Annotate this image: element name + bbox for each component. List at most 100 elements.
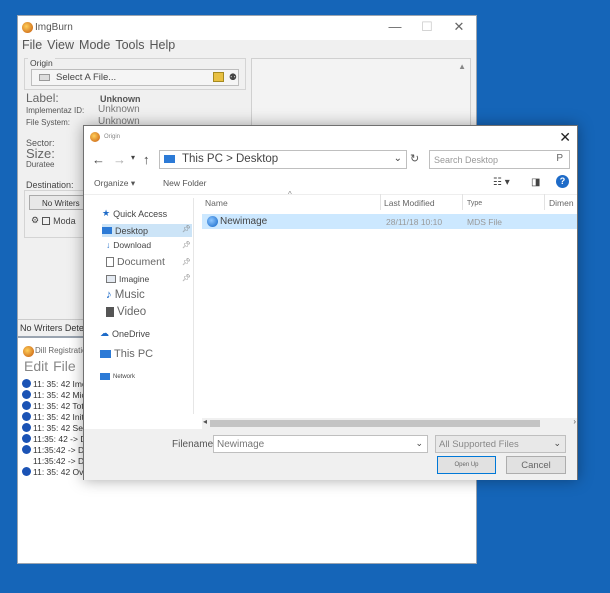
pin-icon[interactable]: 📌︎ [182,258,191,266]
nav-quick-access[interactable]: ★ Quick Access [102,208,167,219]
video-icon [106,307,114,317]
nav-video[interactable]: Video [106,306,146,318]
column-separator[interactable] [380,194,381,210]
pin-icon[interactable]: 📌︎ [182,241,191,249]
menu-file[interactable]: File [22,38,42,52]
file-row-newimage[interactable]: Newimage 28/11/18 10:10 MDS File [202,214,577,229]
scrollbar-thumb[interactable] [210,420,540,427]
dialog-close-button[interactable]: ✕ [559,129,571,146]
browse-folder-icon[interactable] [213,72,224,82]
horizontal-scrollbar[interactable]: ◂ › [202,417,577,429]
source-file-select[interactable]: Select A File... ⚉ [31,69,239,86]
log-line: 11:35:42 -> D [22,444,91,455]
info-icon [22,379,31,388]
nav-this-pc[interactable]: This PC [100,348,153,360]
source-placeholder: Select A File... [56,72,117,83]
scroll-up-arrow[interactable]: ▲ [458,62,466,71]
settings-icon: ⚙ [31,215,40,225]
star-icon: ★ [102,208,111,218]
new-folder-button[interactable]: New Folder [163,178,206,188]
recent-dropdown-icon[interactable]: ▾ [131,153,135,162]
filetype-select[interactable]: All Supported Files ⌄ [435,435,566,453]
cancel-button[interactable]: Cancel [506,456,566,474]
column-last-modified[interactable]: Last Modified [384,198,435,208]
open-button[interactable]: Open Up [437,456,496,474]
refresh-icon[interactable]: ↻ [410,152,419,165]
menu-mode[interactable]: Mode [79,38,110,52]
main-window-title: ImgBurn [35,22,73,33]
column-name[interactable]: Name [205,198,228,208]
menu-tools[interactable]: Tools [115,38,144,52]
address-path: This PC > Desktop [182,153,279,165]
filesystem-caption: File System: [26,118,71,127]
filename-dropdown-icon[interactable]: ⌄ [415,438,423,449]
search-input[interactable]: Search Desktop P [429,150,570,169]
impl-caption: Implementaz ID: [26,106,85,115]
address-dropdown-icon[interactable]: ⌄ [394,153,402,164]
log-menu-file[interactable]: File [53,358,76,374]
mode-checkbox[interactable] [42,216,51,225]
search-placeholder: Search Desktop [434,155,499,165]
dialog-footer: Filename: Newimage ⌄ All Supported Files… [84,429,577,480]
address-bar[interactable]: This PC > Desktop ⌄ [159,150,407,169]
menu-view[interactable]: View [47,38,74,52]
scroll-right-arrow[interactable]: › [573,417,576,426]
log-list: 11: 35: 42 Imot 11: 35: 42 Micr 11: 35: … [22,378,91,477]
label-value: Unknown [100,94,141,104]
column-type[interactable]: Type [467,200,482,207]
nav-network[interactable]: Network [100,373,135,380]
filename-label: Filename: [172,439,216,450]
log-line: 11: 35: 42 Micr [22,389,91,400]
duration-caption: Duratee [26,160,55,169]
image-icon [106,275,116,283]
search-icon: P [556,153,563,164]
column-dimension[interactable]: Dimen [549,198,574,208]
minimize-button[interactable]: — [388,19,402,35]
scroll-left-arrow[interactable]: ◂ [203,417,207,426]
nav-onedrive[interactable]: ☁ OneDrive [100,328,150,339]
forward-arrow-icon[interactable]: → [113,152,126,167]
log-line: 11: 35: 42 Over [22,466,91,477]
nav-documents[interactable]: Document [106,256,165,268]
open-file-dialog: Origin ✕ ← → ▾ ↑ This PC > Desktop ⌄ ↻ S… [83,125,578,480]
menu-help[interactable]: Help [150,38,176,52]
network-icon [100,373,110,380]
nav-desktop[interactable]: Desktop [102,224,192,237]
nav-images[interactable]: Imagine [106,274,149,284]
impl-value: Unknown [98,104,140,115]
filename-input[interactable]: Newimage ⌄ [213,435,428,453]
close-button[interactable]: ✕ [452,19,466,35]
view-options-icon[interactable]: ☷ ▾ [493,177,510,188]
nav-downloads[interactable]: ↓ Download [106,240,151,250]
navigation-pane: ★ Quick Access Desktop 📌︎ ↓ Download 📌︎ Do… [84,198,194,414]
cloud-icon: ☁ [100,328,109,338]
pin-icon[interactable]: 📌︎ [182,274,191,282]
log-line: 11: 35: 42 Tota [22,400,91,411]
info-icon [22,412,31,421]
log-line: 11:35: 42 -> D [22,433,91,444]
log-menu-edit[interactable]: Edit [24,358,48,374]
filename-value: Newimage [217,439,265,450]
this-pc-icon [164,155,175,163]
column-separator[interactable] [462,194,463,210]
organize-button[interactable]: Organize ▾ [94,178,135,189]
back-arrow-icon[interactable]: ← [92,152,105,167]
main-titlebar: ImgBurn — ☐ ✕ [18,16,476,40]
music-note-icon: ♪ [106,289,112,301]
up-arrow-icon[interactable]: ↑ [143,152,150,167]
disc-image-file-icon [207,216,218,227]
column-separator[interactable] [544,194,545,210]
destination-caption: Destination: [26,180,74,190]
nav-music[interactable]: ♪ Music [106,289,145,301]
file-name: Newimage [220,216,268,227]
search-binoculars-icon[interactable]: ⚉ [229,72,237,83]
maximize-button[interactable]: ☐ [420,19,434,35]
drive-icon [39,74,50,81]
sort-caret-icon: ^ [288,190,292,199]
pin-icon[interactable]: 📌︎ [182,225,191,233]
preview-pane-icon[interactable]: ◨ [531,177,540,188]
filetype-dropdown-icon[interactable]: ⌄ [553,438,561,449]
info-icon [22,434,31,443]
help-icon[interactable]: ? [556,175,569,188]
info-icon [22,467,31,476]
